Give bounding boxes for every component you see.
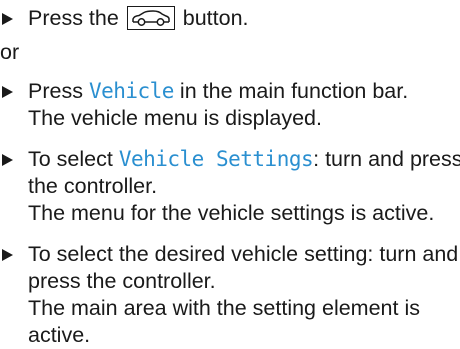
step-result: The main area with the setting element i… (28, 296, 420, 347)
step-result: The vehicle menu is displayed. (28, 106, 322, 130)
step-arrow-icon (2, 249, 13, 261)
vehicle-settings-highlight: Vehicle Settings (118, 147, 314, 171)
step-press-vehicle: Press Vehicle in the main function bar. … (0, 78, 460, 132)
step-text-after: button. (176, 6, 249, 30)
step-press-car-button: Press the button. (0, 5, 460, 32)
car-button-icon (126, 6, 175, 30)
step-arrow-icon (2, 13, 13, 25)
step-result: The menu for the vehicle settings is act… (28, 201, 435, 225)
step-text: To select the desired vehicle setting: t… (28, 242, 459, 293)
step-text-after: in the main function bar. (173, 79, 409, 103)
step-text-before: Press the (28, 6, 125, 30)
step-arrow-icon (2, 86, 13, 98)
step-select-desired-setting: To select the desired vehicle setting: t… (0, 241, 460, 349)
step-select-vehicle-settings: To select Vehicle Settings: turn and pre… (0, 146, 460, 227)
step-text-before: To select (28, 147, 119, 171)
or-separator: or (0, 40, 20, 64)
step-arrow-icon (2, 154, 13, 166)
step-text-before: Press (28, 79, 89, 103)
vehicle-menu-highlight: Vehicle (88, 79, 175, 103)
